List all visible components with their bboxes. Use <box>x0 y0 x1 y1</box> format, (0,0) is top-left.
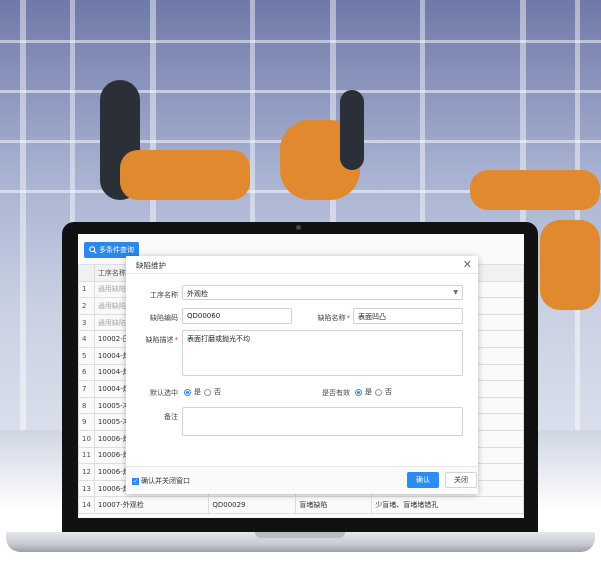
dialog-header: 缺陷维护 ✕ <box>126 256 478 274</box>
default-yes-radio[interactable] <box>184 388 191 396</box>
laptop-notch <box>255 532 345 538</box>
is-valid-label: 是否有效 <box>322 389 350 397</box>
valid-yes-label: 是 <box>365 388 372 396</box>
default-yes-label: 是 <box>194 388 201 396</box>
defect-code-label: 缺陷编码 <box>150 314 178 322</box>
remark-label: 备注 <box>164 413 178 421</box>
confirm-button[interactable]: 确认 <box>407 472 439 488</box>
defect-name-value: 表面凹凸 <box>358 313 386 321</box>
dialog-footer: ✓ 确认并关闭窗口 确认 关闭 <box>126 466 478 494</box>
defect-desc-textarea[interactable]: 表面打磨或抛光不均 <box>182 330 463 376</box>
dialog-title: 缺陷维护 <box>136 261 166 270</box>
remark-textarea[interactable] <box>182 407 463 436</box>
defect-desc-label: 缺陷描述 <box>136 335 178 345</box>
default-selected-radio-group: 是 否 <box>184 387 221 397</box>
close-after-confirm-checkbox[interactable]: ✓ 确认并关闭窗口 <box>132 476 190 486</box>
close-after-confirm-label: 确认并关闭窗口 <box>141 477 190 485</box>
process-name-value: 外观检 <box>187 290 208 298</box>
defect-name-label: 缺陷名称 <box>302 313 350 323</box>
valid-no-radio[interactable] <box>375 388 382 396</box>
defect-maintenance-dialog: 缺陷维护 ✕ 工序名称 外观检 ▼ 缺陷编码 QD00060 缺陷名称 表面凹凸… <box>126 256 478 494</box>
default-no-label: 否 <box>214 388 221 396</box>
process-name-label: 工序名称 <box>150 291 178 299</box>
close-button[interactable]: 关闭 <box>445 472 477 488</box>
app-window: 多条件查询 工序名称 1 通用缺陷 2 通用缺陷 3 通用缺陷 4 10002-压 5 10004… <box>78 234 524 518</box>
close-icon[interactable]: ✕ <box>463 258 472 271</box>
checkmark-icon: ✓ <box>132 477 139 485</box>
caret-down-icon: ▼ <box>453 289 458 296</box>
laptop-camera <box>296 225 301 230</box>
defect-desc-value: 表面打磨或抛光不均 <box>187 335 250 343</box>
defect-name-input[interactable]: 表面凹凸 <box>353 308 463 324</box>
is-valid-radio-group: 是 否 <box>355 387 392 397</box>
defect-code-input[interactable]: QD00060 <box>182 308 292 324</box>
default-selected-label: 默认选中 <box>150 389 178 397</box>
valid-yes-radio[interactable] <box>355 388 362 396</box>
valid-no-label: 否 <box>385 388 392 396</box>
process-name-select[interactable]: 外观检 ▼ <box>182 285 463 300</box>
default-no-radio[interactable] <box>204 388 211 396</box>
defect-code-value: QD00060 <box>187 312 221 320</box>
